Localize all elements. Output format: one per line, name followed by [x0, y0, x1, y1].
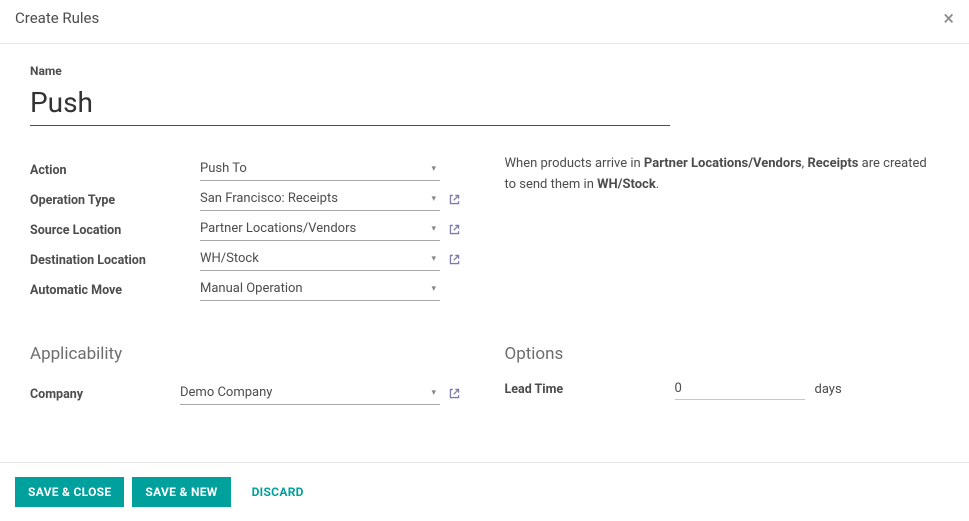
close-icon[interactable]: × [943, 8, 954, 28]
dialog-title: Create Rules [15, 9, 99, 27]
help-text: When products arrive in Partner Location… [505, 154, 940, 196]
source-location-row: Source Location Partner Locations/Vendor… [30, 214, 465, 244]
save-close-button[interactable]: SAVE & CLOSE [15, 477, 124, 507]
right-column: When products arrive in Partner Location… [505, 154, 940, 304]
source-location-select[interactable]: Partner Locations/Vendors ▾ [200, 217, 440, 241]
caret-down-icon: ▾ [427, 284, 440, 294]
caret-down-icon: ▾ [427, 388, 440, 398]
company-select[interactable]: Demo Company ▾ [180, 381, 440, 405]
external-link-icon[interactable] [448, 387, 461, 400]
action-row: Action Push To ▾ [30, 154, 465, 184]
destination-location-label: Destination Location [30, 251, 200, 268]
help-bold: Receipts [807, 156, 858, 171]
action-value: Push To [200, 158, 427, 179]
operation-type-value: San Francisco: Receipts [200, 188, 427, 209]
external-link-icon[interactable] [448, 193, 461, 206]
automatic-move-label: Automatic Move [30, 281, 200, 298]
caret-down-icon: ▾ [427, 254, 440, 264]
lead-time-label: Lead Time [505, 382, 675, 397]
options-heading: Options [505, 344, 940, 364]
automatic-move-row: Automatic Move Manual Operation ▾ [30, 274, 465, 304]
operation-type-select[interactable]: San Francisco: Receipts ▾ [200, 187, 440, 211]
lead-time-row: Lead Time days [505, 378, 940, 400]
destination-location-row: Destination Location WH/Stock ▾ [30, 244, 465, 274]
name-label: Name [30, 64, 939, 78]
lead-time-unit: days [815, 382, 842, 397]
help-bold: WH/Stock [597, 177, 656, 192]
applicability-column: Applicability Company Demo Company ▾ [30, 304, 465, 408]
operation-type-label: Operation Type [30, 191, 200, 208]
action-label: Action [30, 161, 200, 178]
source-location-value: Partner Locations/Vendors [200, 218, 427, 239]
dialog-body: Name Action Push To ▾ Operation Type San… [0, 44, 969, 418]
dialog-header: Create Rules × [0, 0, 969, 44]
save-new-button[interactable]: SAVE & NEW [132, 477, 230, 507]
discard-button[interactable]: DISCARD [239, 477, 317, 507]
company-row: Company Demo Company ▾ [30, 378, 465, 408]
company-label: Company [30, 385, 180, 402]
lead-time-input[interactable] [675, 378, 805, 400]
help-segment: When products arrive in [505, 156, 644, 171]
automatic-move-select[interactable]: Manual Operation ▾ [200, 277, 440, 301]
source-location-label: Source Location [30, 221, 200, 238]
caret-down-icon: ▾ [427, 224, 440, 234]
options-column: Options Lead Time days [505, 304, 940, 408]
action-select[interactable]: Push To ▾ [200, 157, 440, 181]
operation-type-row: Operation Type San Francisco: Receipts ▾ [30, 184, 465, 214]
company-value: Demo Company [180, 382, 427, 403]
left-column: Action Push To ▾ Operation Type San Fran… [30, 154, 465, 304]
help-segment: . [656, 177, 659, 192]
destination-location-value: WH/Stock [200, 248, 427, 269]
caret-down-icon: ▾ [427, 164, 440, 174]
external-link-icon[interactable] [448, 253, 461, 266]
destination-location-select[interactable]: WH/Stock ▾ [200, 247, 440, 271]
name-input[interactable] [30, 84, 670, 126]
external-link-icon[interactable] [448, 223, 461, 236]
automatic-move-value: Manual Operation [200, 278, 427, 299]
caret-down-icon: ▾ [427, 194, 440, 204]
dialog-footer: SAVE & CLOSE SAVE & NEW DISCARD [0, 462, 969, 521]
help-bold: Partner Locations/Vendors [644, 156, 802, 171]
applicability-heading: Applicability [30, 344, 465, 364]
